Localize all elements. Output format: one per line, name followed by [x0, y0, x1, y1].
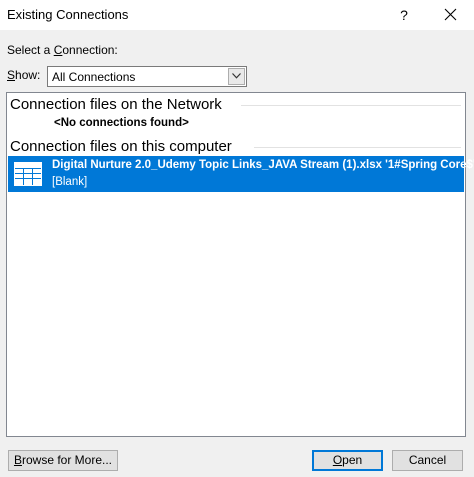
- help-button[interactable]: ?: [391, 3, 417, 27]
- existing-connections-dialog: Existing Connections ? Select a Connecti…: [0, 0, 474, 477]
- show-filter-value: All Connections: [52, 70, 136, 84]
- open-label: pen: [342, 453, 363, 467]
- browse-for-more-button[interactable]: Browse for More...: [8, 450, 118, 471]
- select-label-post: onnection:: [62, 43, 118, 57]
- connection-description: [Blank]: [52, 176, 88, 188]
- connections-list[interactable]: Connection files on the Network <No conn…: [6, 92, 474, 437]
- connection-name: Digital Nurture 2.0_Udemy Topic Links_JA…: [52, 159, 474, 171]
- open-accel: O: [332, 453, 343, 467]
- title-bar[interactable]: Existing Connections ?: [0, 0, 474, 30]
- cancel-button[interactable]: Cancel: [392, 450, 463, 471]
- close-icon: [444, 8, 456, 21]
- group-header-network: Connection files on the Network: [10, 96, 222, 113]
- no-connections-note: <No connections found>: [54, 117, 189, 129]
- chevron-down-icon: [232, 73, 241, 79]
- show-filter-dropdown[interactable]: All Connections: [47, 66, 247, 87]
- close-button[interactable]: [437, 3, 463, 27]
- group-divider-computer: [254, 147, 461, 148]
- window-title: Existing Connections: [7, 7, 129, 22]
- open-button[interactable]: Open: [312, 450, 383, 471]
- browse-label: rowse for More...: [21, 453, 113, 467]
- table-connection-icon: [14, 162, 42, 189]
- group-divider-network: [241, 105, 461, 106]
- select-label-pre: Select a: [7, 43, 54, 57]
- show-label-post: how:: [15, 68, 41, 82]
- select-connection-label: Select a Connection:: [7, 43, 118, 57]
- browse-accel: B: [13, 453, 22, 467]
- group-header-computer: Connection files on this computer: [10, 138, 232, 155]
- show-label: Show:: [7, 68, 40, 82]
- show-label-accel: S: [7, 68, 16, 82]
- list-item-connection[interactable]: Digital Nurture 2.0_Udemy Topic Links_JA…: [8, 156, 474, 192]
- dropdown-button[interactable]: [228, 68, 245, 85]
